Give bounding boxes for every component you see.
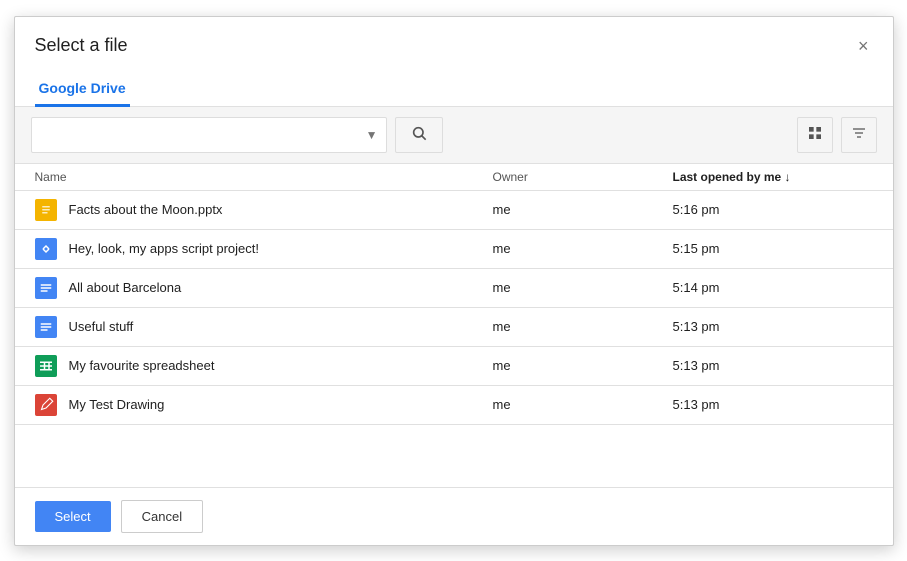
file-name-cell: My favourite spreadsheet	[35, 355, 493, 377]
file-icon-drawing	[35, 394, 57, 416]
file-date: 5:15 pm	[673, 241, 873, 256]
cancel-button[interactable]: Cancel	[121, 500, 203, 533]
tab-google-drive[interactable]: Google Drive	[35, 72, 130, 107]
file-name-text: Facts about the Moon.pptx	[69, 202, 223, 217]
file-owner: me	[493, 241, 673, 256]
file-name-cell: Useful stuff	[35, 316, 493, 338]
table-row[interactable]: Useful stuff me 5:13 pm	[15, 308, 893, 347]
file-name-text: Useful stuff	[69, 319, 134, 334]
file-name-text: My favourite spreadsheet	[69, 358, 215, 373]
file-icon-script	[35, 238, 57, 260]
file-owner: me	[493, 319, 673, 334]
file-owner: me	[493, 397, 673, 412]
grid-icon	[807, 125, 823, 144]
file-date: 5:13 pm	[673, 397, 873, 412]
file-icon-sheets	[35, 355, 57, 377]
file-list: Facts about the Moon.pptx me 5:16 pm Hey…	[15, 191, 893, 487]
search-input[interactable]	[40, 127, 366, 142]
file-name-text: All about Barcelona	[69, 280, 182, 295]
file-date: 5:16 pm	[673, 202, 873, 217]
dialog-footer: Select Cancel	[15, 487, 893, 545]
table-row[interactable]: Facts about the Moon.pptx me 5:16 pm	[15, 191, 893, 230]
file-owner: me	[493, 280, 673, 295]
select-file-dialog: Select a file × Google Drive ▼	[14, 16, 894, 546]
search-dropdown-arrow[interactable]: ▼	[366, 128, 378, 142]
search-icon	[411, 125, 427, 144]
close-button[interactable]: ×	[854, 33, 873, 59]
file-icon-doc2	[35, 316, 57, 338]
table-row[interactable]: My Test Drawing me 5:13 pm	[15, 386, 893, 425]
sort-button[interactable]	[841, 117, 877, 153]
table-row[interactable]: All about Barcelona me 5:14 pm	[15, 269, 893, 308]
toolbar: ▼	[15, 107, 893, 164]
file-date: 5:14 pm	[673, 280, 873, 295]
file-date: 5:13 pm	[673, 319, 873, 334]
col-date[interactable]: Last opened by me ↓	[673, 170, 873, 184]
grid-view-button[interactable]	[797, 117, 833, 153]
file-name-cell: Hey, look, my apps script project!	[35, 238, 493, 260]
file-name-cell: My Test Drawing	[35, 394, 493, 416]
col-name[interactable]: Name	[35, 170, 493, 184]
select-button[interactable]: Select	[35, 501, 111, 532]
dialog-title: Select a file	[35, 35, 128, 56]
file-owner: me	[493, 202, 673, 217]
file-name-cell: Facts about the Moon.pptx	[35, 199, 493, 221]
file-name-cell: All about Barcelona	[35, 277, 493, 299]
file-icon-doc	[35, 277, 57, 299]
dialog-header: Select a file ×	[15, 17, 893, 59]
tab-bar: Google Drive	[15, 71, 893, 107]
list-header: Name Owner Last opened by me ↓	[15, 164, 893, 191]
file-owner: me	[493, 358, 673, 373]
table-row[interactable]: Hey, look, my apps script project! me 5:…	[15, 230, 893, 269]
file-name-text: My Test Drawing	[69, 397, 165, 412]
search-button[interactable]	[395, 117, 443, 153]
file-name-text: Hey, look, my apps script project!	[69, 241, 260, 256]
col-owner[interactable]: Owner	[493, 170, 673, 184]
search-container: ▼	[31, 117, 387, 153]
sort-icon	[851, 125, 867, 144]
table-row[interactable]: My favourite spreadsheet me 5:13 pm	[15, 347, 893, 386]
file-date: 5:13 pm	[673, 358, 873, 373]
file-icon-pptx	[35, 199, 57, 221]
